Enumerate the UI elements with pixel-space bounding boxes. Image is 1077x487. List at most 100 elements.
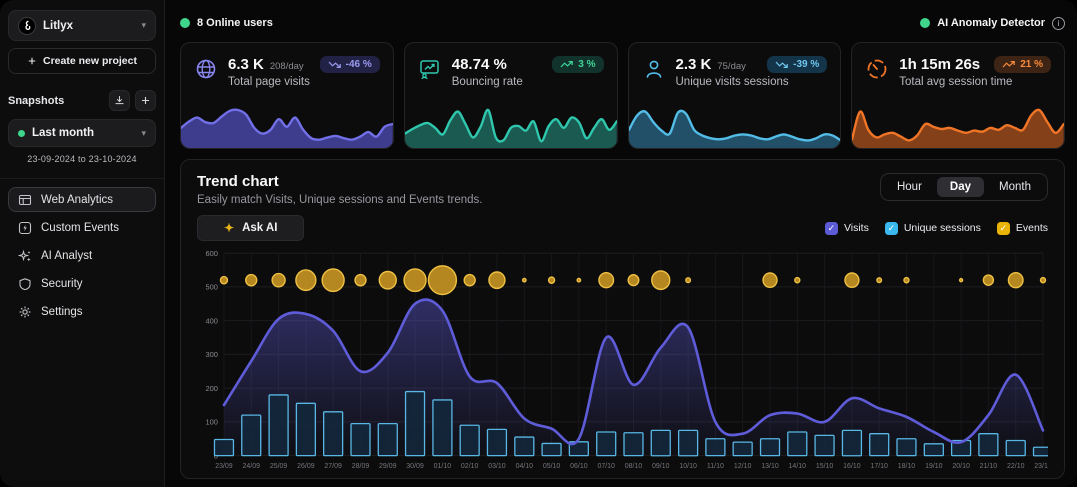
- legend-unique-sessions[interactable]: ✓ Unique sessions: [885, 222, 981, 235]
- granularity-day-button[interactable]: Day: [937, 177, 984, 197]
- svg-text:21/10: 21/10: [980, 463, 998, 470]
- svg-text:600: 600: [205, 249, 218, 258]
- trend-chart[interactable]: 010020030040050060023/0924/0925/0926/092…: [197, 245, 1048, 472]
- svg-text:10/10: 10/10: [679, 463, 697, 470]
- svg-text:26/09: 26/09: [297, 463, 315, 470]
- topbar: 8 Online users AI Anomaly Detector i: [180, 11, 1065, 35]
- trend-direction-icon: [1002, 60, 1015, 69]
- svg-text:17/10: 17/10: [870, 463, 888, 470]
- snapshot-select[interactable]: Last month ▾: [8, 119, 156, 147]
- stat-label: Unique visits sessions: [676, 76, 789, 88]
- stat-card-unique-sessions: 2.3 K 75/day Unique visits sessions -39 …: [628, 42, 842, 149]
- svg-text:500: 500: [205, 283, 218, 292]
- person-icon: [642, 57, 666, 81]
- stat-label: Total avg session time: [899, 76, 1012, 88]
- add-snapshot-button[interactable]: [135, 90, 156, 111]
- timer-icon: [865, 57, 889, 81]
- sidebar-item-settings[interactable]: Settings: [8, 299, 156, 324]
- trend-badge: -39 %: [767, 56, 827, 73]
- plus-icon: [140, 95, 151, 106]
- online-status-dot: [180, 18, 190, 28]
- sparkles-icon: [18, 249, 32, 263]
- shield-icon: [18, 277, 32, 291]
- anomaly-status-dot: [920, 18, 930, 28]
- download-icon: [114, 95, 125, 106]
- litlyx-logo-icon: [18, 17, 36, 35]
- svg-text:18/10: 18/10: [898, 463, 916, 470]
- svg-text:04/10: 04/10: [516, 463, 534, 470]
- sidebar-item-custom-events[interactable]: Custom Events: [8, 215, 156, 240]
- stat-label: Bouncing rate: [452, 76, 523, 88]
- sparkline-unique-sessions: [629, 102, 841, 148]
- svg-text:20/10: 20/10: [952, 463, 970, 470]
- stat-card-avg-session-time: 1h 15m 26s Total avg session time 21 %: [851, 42, 1065, 149]
- trend-title: Trend chart: [197, 173, 483, 190]
- stat-value: 6.3 K: [228, 56, 264, 73]
- sparkline-page-visits: [181, 102, 393, 148]
- trend-badge: -46 %: [320, 56, 380, 73]
- svg-text:07/10: 07/10: [597, 463, 615, 470]
- stat-value: 2.3 K: [676, 56, 712, 73]
- sidebar-item-security[interactable]: Security: [8, 271, 156, 296]
- project-name: Litlyx: [43, 20, 134, 32]
- ask-ai-button[interactable]: ✦ Ask AI: [197, 215, 304, 241]
- unique-sessions-checkbox[interactable]: ✓: [885, 222, 898, 235]
- snapshot-status-dot: [18, 130, 25, 137]
- sidebar-item-ai-analyst[interactable]: AI Analyst: [8, 243, 156, 268]
- legend-visits[interactable]: ✓ Visits: [825, 222, 869, 235]
- sparkline-session-time: [852, 102, 1064, 148]
- event-icon: [18, 221, 32, 235]
- snapshot-date-range: 23-09-2024 to 23-10-2024: [8, 154, 156, 164]
- stat-per-day: 208/day: [270, 61, 304, 72]
- sidebar-divider: [0, 178, 164, 179]
- svg-text:19/10: 19/10: [925, 463, 943, 470]
- granularity-hour-button[interactable]: Hour: [884, 177, 935, 197]
- trend-direction-icon: [560, 60, 573, 69]
- svg-text:09/10: 09/10: [652, 463, 670, 470]
- svg-text:14/10: 14/10: [789, 463, 807, 470]
- stat-per-day: 75/day: [717, 61, 746, 72]
- sidebar-item-web-analytics[interactable]: Web Analytics: [8, 187, 156, 212]
- svg-text:11/10: 11/10: [707, 463, 724, 470]
- legend-events[interactable]: ✓ Events: [997, 222, 1048, 235]
- info-icon[interactable]: i: [1052, 17, 1065, 30]
- svg-text:29/09: 29/09: [379, 463, 397, 470]
- create-project-button[interactable]: Create new project: [8, 48, 156, 74]
- svg-text:16/10: 16/10: [843, 463, 861, 470]
- svg-text:13/10: 13/10: [761, 463, 779, 470]
- svg-text:400: 400: [205, 316, 218, 325]
- stat-value: 48.74 %: [452, 56, 507, 73]
- svg-text:25/09: 25/09: [270, 463, 288, 470]
- stat-card-bouncing-rate: 48.74 % Bouncing rate 3 %: [404, 42, 618, 149]
- stat-card-total-page-visits: 6.3 K 208/day Total page visits -46 %: [180, 42, 394, 149]
- globe-icon: [194, 57, 218, 81]
- events-checkbox[interactable]: ✓: [997, 222, 1010, 235]
- visits-checkbox[interactable]: ✓: [825, 222, 838, 235]
- trend-subtitle: Easily match Visits, Unique sessions and…: [197, 194, 483, 206]
- sparkline-bouncing-rate: [405, 102, 617, 148]
- svg-text:30/09: 30/09: [406, 463, 424, 470]
- stat-value: 1h 15m 26s: [899, 56, 980, 73]
- chart-legend: ✓ Visits ✓ Unique sessions ✓ Events: [825, 222, 1048, 235]
- stat-label: Total page visits: [228, 76, 310, 88]
- plus-icon: [27, 56, 37, 66]
- svg-text:05/10: 05/10: [543, 463, 561, 470]
- project-selector[interactable]: Litlyx ▾: [8, 10, 156, 41]
- svg-text:08/10: 08/10: [625, 463, 643, 470]
- gear-icon: [18, 305, 32, 319]
- granularity-switcher: Hour Day Month: [880, 173, 1048, 201]
- main-content: 8 Online users AI Anomaly Detector i 6.3…: [165, 0, 1077, 487]
- snapshots-label: Snapshots: [8, 95, 104, 107]
- svg-text:12/10: 12/10: [734, 463, 752, 470]
- svg-text:28/09: 28/09: [352, 463, 370, 470]
- browser-icon: [18, 193, 32, 207]
- download-snapshot-button[interactable]: [109, 90, 130, 111]
- granularity-month-button[interactable]: Month: [986, 177, 1044, 197]
- svg-text:24/09: 24/09: [242, 463, 260, 470]
- bounce-icon: [418, 57, 442, 81]
- trend-badge: 3 %: [552, 56, 603, 73]
- svg-text:06/10: 06/10: [570, 463, 588, 470]
- svg-text:02/10: 02/10: [461, 463, 479, 470]
- app-window: Litlyx ▾ Create new project Snapshots La…: [0, 0, 1077, 487]
- anomaly-detector-label: AI Anomaly Detector: [937, 17, 1045, 29]
